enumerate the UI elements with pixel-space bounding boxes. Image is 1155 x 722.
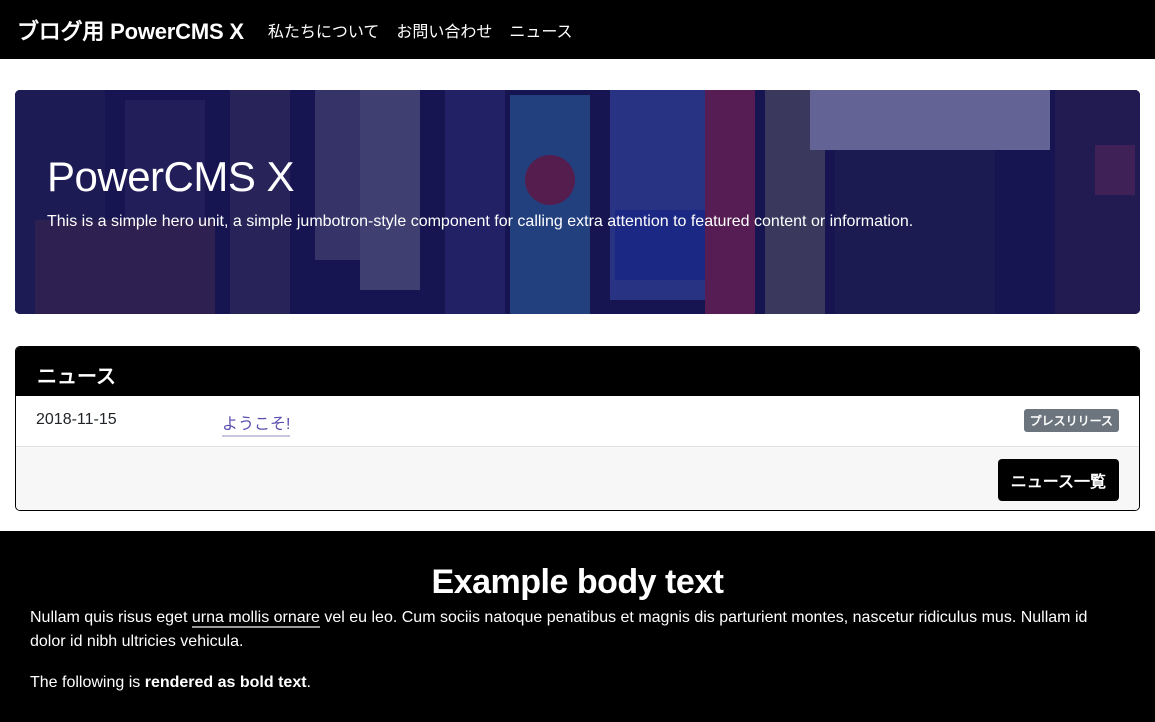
bold-paragraph-text-end: .	[306, 674, 311, 691]
nav-link-contact[interactable]: お問い合わせ	[396, 18, 492, 42]
category-badge: プレスリリース	[1023, 409, 1119, 432]
hero-title: PowerCMS X	[47, 153, 295, 200]
hero-lead: This is a simple hero unit, a simple jum…	[47, 213, 914, 230]
inline-link[interactable]: urna mollis ornare	[191, 609, 320, 628]
bold-text-paragraph: The following is rendered as bold text.	[30, 671, 1125, 695]
brand-link[interactable]: ブログ用 PowerCMS X	[17, 14, 244, 46]
news-list-item: 2018-11-15 ようこそ! プレスリリース	[16, 396, 1139, 447]
news-list-button[interactable]: ニュース一覧	[997, 459, 1119, 501]
news-card: ニュース 2018-11-15 ようこそ! プレスリリース ニュース一覧	[15, 346, 1140, 511]
hero-overlay	[15, 90, 1140, 314]
body-paragraph: Nullam quis risus eget urna mollis ornar…	[30, 606, 1120, 654]
bold-text: rendered as bold text	[144, 674, 307, 691]
news-card-header: ニュース	[16, 347, 1139, 396]
news-card-footer: ニュース一覧	[16, 447, 1139, 510]
bold-paragraph-text-start: The following is	[30, 674, 145, 691]
body-paragraph-text-start: Nullam quis risus eget	[30, 609, 192, 626]
navbar: ブログ用 PowerCMS X 私たちについて お問い合わせ ニュース	[0, 0, 1155, 59]
body-text-section: Example body text Nullam quis risus eget…	[0, 531, 1155, 722]
news-date: 2018-11-15	[36, 411, 117, 428]
news-title-link[interactable]: ようこそ!	[222, 410, 291, 437]
body-heading: Example body text	[431, 563, 724, 601]
nav-link-about[interactable]: 私たちについて	[268, 18, 380, 42]
hero-jumbotron: PowerCMS X This is a simple hero unit, a…	[15, 90, 1140, 314]
nav-link-news[interactable]: ニュース	[509, 18, 572, 42]
